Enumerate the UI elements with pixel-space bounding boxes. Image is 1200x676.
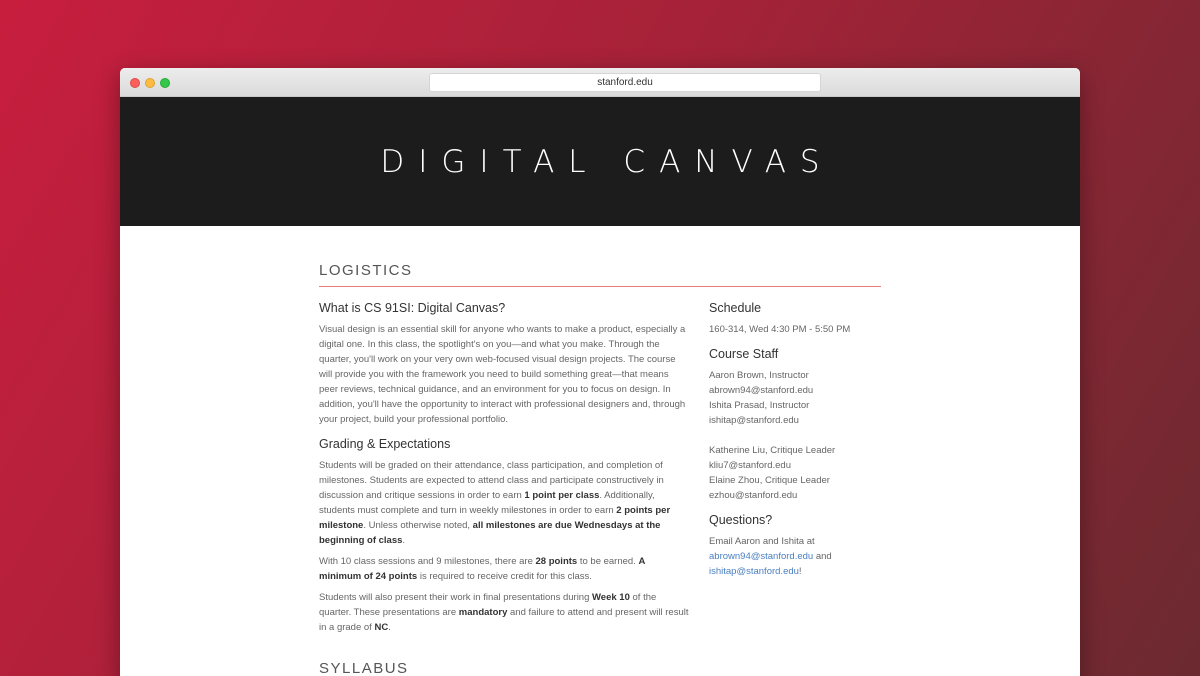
grading-heading: Grading & Expectations [319,437,451,451]
questions-text: Email Aaron and Ishita at [709,536,815,547]
grading-paragraph-2: With 10 class sessions and 9 milestones,… [319,556,645,582]
question-email-link[interactable]: abrown94@stanford.edu [709,551,813,562]
logistics-section-title: LOGISTICS [319,262,881,287]
staff-email-link[interactable]: kliu7@stanford.edu [709,458,889,473]
staff-email-link[interactable]: ezhou@stanford.edu [709,488,889,503]
questions-block: Questions? Email Aaron and Ishita at abr… [709,513,889,579]
questions-emails: ishitap@stanford.edu! [709,566,802,577]
staff-name: Elaine Zhou, Critique Leader [709,475,830,486]
question-email-link[interactable]: ishitap@stanford.edu [709,566,799,577]
staff-heading: Course Staff [709,347,779,361]
staff-name: Ishita Prasad, Instructor [709,400,810,411]
schedule-heading: Schedule [709,301,762,315]
schedule-block: Schedule 160-314, Wed 4:30 PM - 5:50 PM [709,301,889,337]
grading-paragraph-3: Students will also present their work in… [319,592,689,633]
minimize-window-button[interactable] [145,78,155,88]
what-is-block: What is CS 91SI: Digital Canvas? Visual … [319,301,689,427]
main-column: What is CS 91SI: Digital Canvas? Visual … [319,301,689,645]
staff-block: Course Staff Aaron Brown, Instructor abr… [709,347,889,503]
what-is-heading: What is CS 91SI: Digital Canvas? [319,301,506,315]
schedule-text: 160-314, Wed 4:30 PM - 5:50 PM [709,324,851,335]
browser-window: stanford.edu DIGITAL CANVAS LOGISTICS Wh… [120,68,1080,676]
maximize-window-button[interactable] [160,78,170,88]
staff-email-link[interactable]: abrown94@stanford.edu [709,383,889,398]
close-window-button[interactable] [130,78,140,88]
what-is-body: Visual design is an essential skill for … [319,324,686,425]
staff-name: Katherine Liu, Critique Leader [709,445,836,456]
address-bar[interactable]: stanford.edu [429,73,821,92]
grading-paragraph-1: Students will be graded on their attenda… [319,460,671,546]
staff-name: Aaron Brown, Instructor [709,370,809,381]
logistics-columns: What is CS 91SI: Digital Canvas? Visual … [319,301,1080,645]
browser-titlebar: stanford.edu [120,68,1080,97]
site-title: DIGITAL CANVAS [380,143,834,180]
hero-banner: DIGITAL CANVAS [120,97,1080,226]
questions-heading: Questions? [709,513,773,527]
syllabus-section-title: SYLLABUS [319,660,409,676]
sidebar-column: Schedule 160-314, Wed 4:30 PM - 5:50 PM … [709,301,889,645]
grading-block: Grading & Expectations Students will be … [319,437,689,635]
staff-email-link[interactable]: ishitap@stanford.edu [709,413,889,428]
page-content: LOGISTICS What is CS 91SI: Digital Canva… [120,226,1080,676]
questions-emails: abrown94@stanford.edu and [709,551,832,562]
